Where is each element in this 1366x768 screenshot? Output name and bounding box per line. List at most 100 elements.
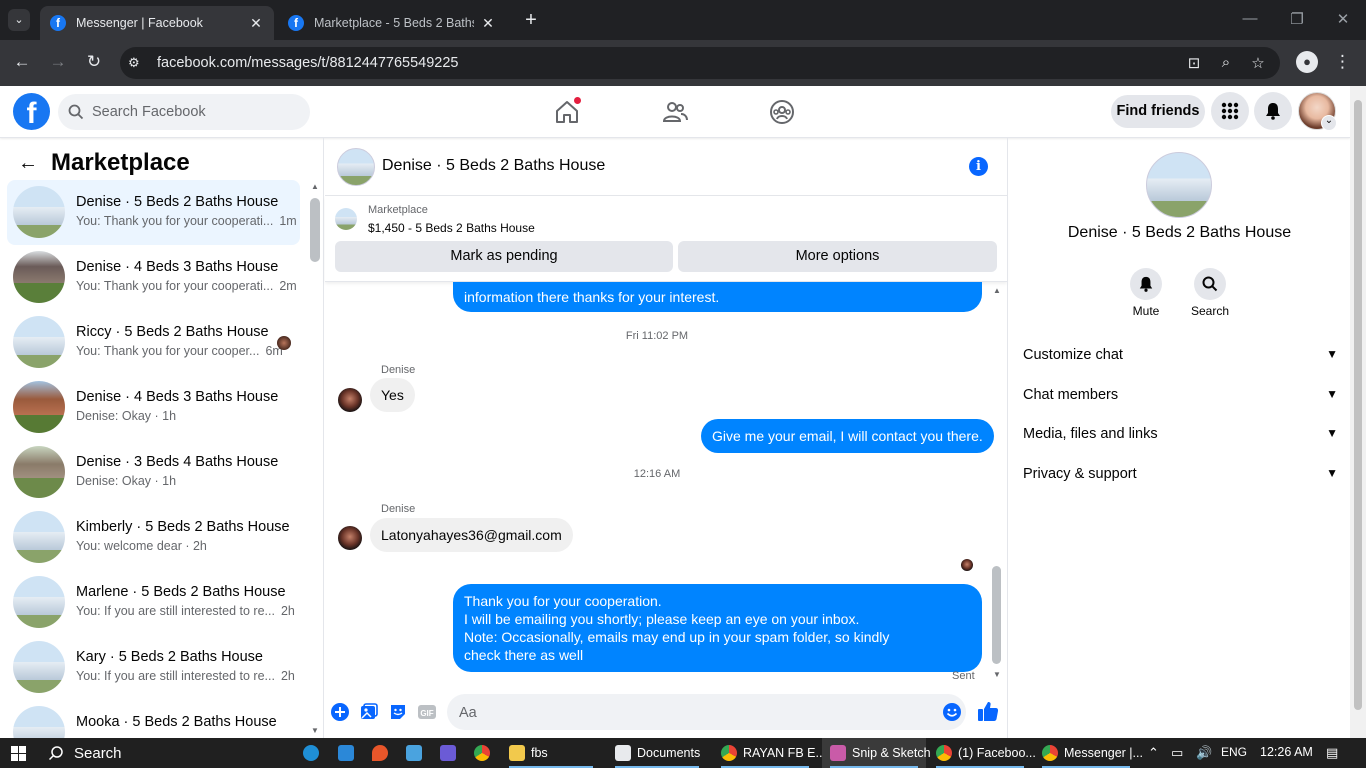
taskbar-app-chrome[interactable] [474,738,496,768]
page-scrollbar-thumb[interactable] [1354,100,1362,710]
incoming-message[interactable]: Yes [370,378,415,412]
conversation-item[interactable]: Mooka · 5 Beds 2 Baths House [7,700,300,738]
taskbar-app-store[interactable] [338,738,360,768]
outgoing-message[interactable]: information there thanks for your intere… [453,282,982,312]
friends-icon[interactable] [661,98,689,126]
conversation-item[interactable]: Riccy · 5 Beds 2 Baths House You: Thank … [7,310,300,375]
chevron-up-icon[interactable]: ⌃ [1148,745,1159,761]
zoom-icon[interactable]: ⌕ [1216,54,1236,71]
back-arrow-icon[interactable]: ← [18,152,38,175]
more-options-button[interactable]: More options [678,241,997,272]
taskbar-app-paint[interactable] [372,738,394,768]
reload-icon[interactable]: ↻ [83,52,105,72]
taskbar-label: RAYAN FB E... [743,746,826,760]
new-tab-icon[interactable]: + [520,9,542,31]
taskbar-item-rayan[interactable]: RAYAN FB E... [713,738,826,768]
close-tab-icon[interactable]: ✕ [248,15,264,32]
conversation-item[interactable]: Kimberly · 5 Beds 2 Baths House You: wel… [7,505,300,570]
scroll-up-icon[interactable]: ▲ [993,286,1001,295]
minimize-icon[interactable]: — [1238,10,1262,27]
thread-scrollbar[interactable]: ▲ ▼ [989,282,1005,686]
notifications-button[interactable] [1254,92,1292,130]
taskbar-item-fbs[interactable]: fbs [501,738,601,768]
scroll-down-icon[interactable]: ▼ [993,670,1001,679]
thread-scrollbar-thumb[interactable] [992,566,1001,664]
account-avatar[interactable] [1298,92,1337,131]
listing-thumbnail [13,576,65,628]
find-friends-button[interactable]: Find friends [1111,95,1205,128]
message-composer: GIF Aa [325,690,1007,738]
taskbar-app-media[interactable] [440,738,462,768]
preview-text: You: Thank you for your cooperati... [76,214,274,228]
message-input[interactable]: Aa [447,694,966,730]
incoming-message[interactable]: Latonyahayes36@gmail.com [370,518,573,552]
tab-search-chevron-icon[interactable]: ⌄ [8,9,30,31]
taskbar-search[interactable]: Search [48,738,294,768]
info-icon[interactable]: i [969,157,988,176]
conversation-item[interactable]: Denise · 5 Beds 2 Baths House You: Thank… [7,180,300,245]
section-privacy-support[interactable]: Privacy & support ▼ [1023,466,1338,482]
sender-avatar[interactable] [338,388,362,412]
site-settings-icon[interactable]: ⚙ [128,55,140,71]
taskbar-item-facebook[interactable]: (1) Faceboo... [928,738,1036,768]
menu-grid-button[interactable] [1211,92,1249,130]
conversation-item[interactable]: Kary · 5 Beds 2 Baths House You: If you … [7,635,300,700]
section-customize-chat[interactable]: Customize chat ▼ [1023,347,1338,363]
mute-button[interactable] [1130,268,1162,300]
address-bar[interactable]: ⚙ facebook.com/messages/t/88124477655492… [120,47,1280,79]
conversation-item[interactable]: Denise · 3 Beds 4 Baths House Denise: Ok… [7,440,300,505]
taskbar-item-documents[interactable]: Documents [607,738,707,768]
search-facebook-input[interactable]: Search Facebook [58,94,310,130]
sticker-icon[interactable] [388,702,408,722]
photo-icon[interactable] [359,702,379,722]
section-media-files-links[interactable]: Media, files and links ▼ [1023,426,1338,442]
search-in-chat-button[interactable] [1194,268,1226,300]
taskbar-app-monitor[interactable] [406,738,428,768]
restore-icon[interactable]: ❐ [1285,10,1309,28]
browser-tab-marketplace[interactable]: f Marketplace - 5 Beds 2 Baths H ✕ [278,6,506,40]
sender-avatar[interactable] [338,526,362,550]
thumbs-up-icon[interactable] [977,700,999,722]
bookmark-star-icon[interactable]: ☆ [1248,54,1268,72]
emoji-icon[interactable] [942,702,962,722]
browser-profile-icon[interactable]: ● [1296,51,1318,73]
language-indicator[interactable]: ENG [1221,745,1247,759]
close-window-icon[interactable]: ✕ [1331,10,1355,28]
scroll-down-icon[interactable]: ▼ [311,726,319,735]
sidebar-scrollbar[interactable]: ▲ ▼ [308,180,322,735]
conversation-item[interactable]: Denise · 4 Beds 3 Baths House You: Thank… [7,245,300,310]
clock[interactable]: 12:26 AM [1260,745,1313,759]
windows-start-icon[interactable] [11,746,26,761]
outgoing-message[interactable]: Thank you for your cooperation. I will b… [453,584,982,672]
conversation-item[interactable]: Denise · 4 Beds 3 Baths House Denise: Ok… [7,375,300,440]
groups-icon[interactable] [768,98,796,126]
chat-title[interactable]: Denise · 5 Beds 2 Baths House [382,157,605,175]
url-text[interactable]: facebook.com/messages/t/8812447765549225 [157,55,459,71]
contact-avatar[interactable] [1146,152,1212,218]
battery-icon[interactable]: ▭ [1171,745,1183,761]
section-chat-members[interactable]: Chat members ▼ [1023,387,1338,403]
browser-tab-messenger[interactable]: f Messenger | Facebook ✕ [40,6,274,40]
outgoing-message[interactable]: Give me your email, I will contact you t… [701,419,994,453]
taskbar-item-messenger[interactable]: Messenger |... [1034,738,1143,768]
install-app-icon[interactable]: ⊡ [1184,54,1204,72]
chat-avatar[interactable] [337,148,375,186]
taskbar-app-edge[interactable] [303,738,325,768]
close-tab-icon[interactable]: ✕ [480,15,496,32]
back-icon[interactable]: ← [11,52,33,72]
forward-icon[interactable]: → [47,52,69,72]
taskbar-item-snip[interactable]: Snip & Sketch [822,738,931,768]
listing-thumbnail[interactable] [335,208,357,230]
facebook-logo-icon[interactable]: f [13,93,50,130]
listing-price-title[interactable]: $1,450 - 5 Beds 2 Baths House [368,221,535,235]
notification-center-icon[interactable]: ▤ [1326,745,1338,761]
conversation-item[interactable]: Marlene · 5 Beds 2 Baths House You: If y… [7,570,300,635]
volume-icon[interactable]: 🔊 [1196,745,1212,761]
page-scrollbar[interactable] [1350,86,1366,738]
browser-menu-icon[interactable]: ⋮ [1334,52,1351,72]
mark-as-pending-button[interactable]: Mark as pending [335,241,673,272]
plus-icon[interactable] [330,702,350,722]
sidebar-scrollbar-thumb[interactable] [310,198,320,262]
scroll-up-icon[interactable]: ▲ [311,182,319,191]
gif-icon[interactable]: GIF [417,702,437,722]
